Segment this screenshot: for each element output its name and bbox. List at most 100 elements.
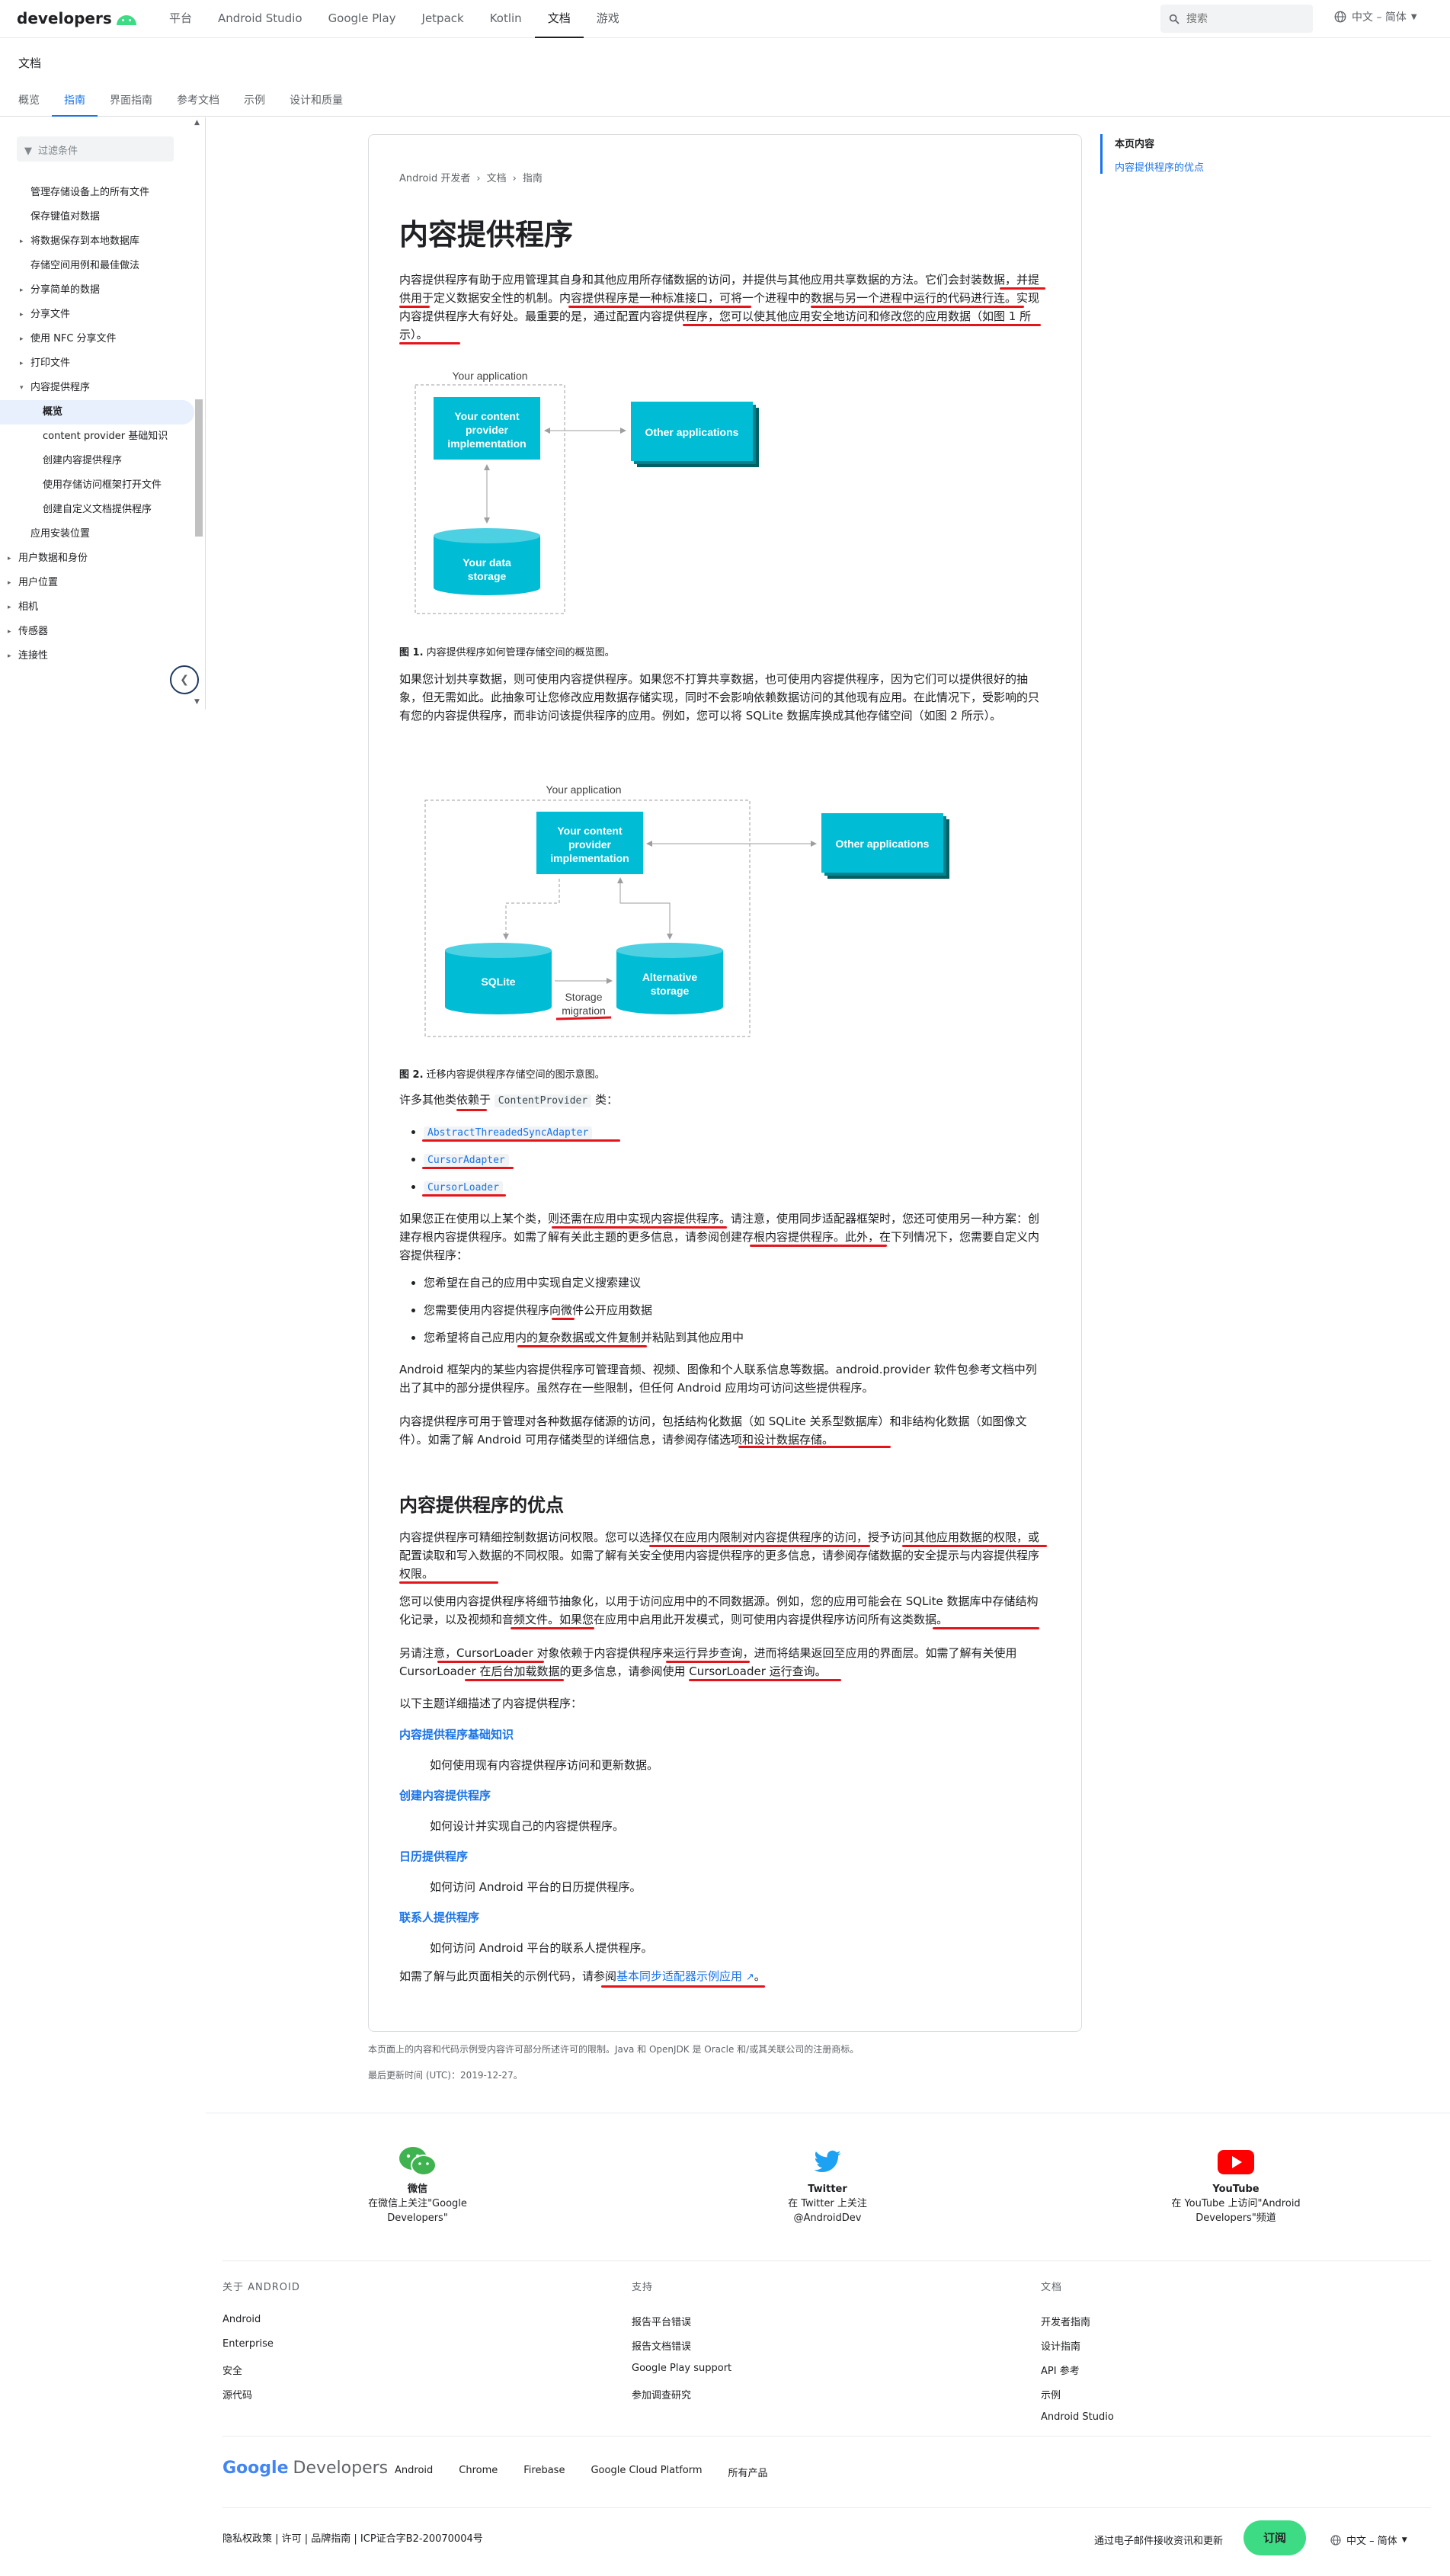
tab-samples[interactable]: 示例 <box>232 88 277 117</box>
sidebar-item[interactable]: 保存键值对数据 <box>0 205 194 229</box>
caret-right-icon[interactable]: ▸ <box>20 351 24 376</box>
annotation-underline <box>649 1545 870 1547</box>
caret-right-icon[interactable]: ▸ <box>8 620 11 644</box>
tab-design-quality[interactable]: 设计和质量 <box>277 88 355 117</box>
sidebar-item[interactable]: 概览 <box>0 400 194 425</box>
sidebar-item[interactable]: ▸ 传感器 <box>0 620 194 644</box>
sidebar-item[interactable]: 创建内容提供程序 <box>0 449 194 473</box>
social-youtube[interactable]: YouTube 在 YouTube 上访问"Android Developers… <box>1144 2145 1327 2225</box>
scrollbar-thumb[interactable] <box>195 399 203 537</box>
sidebar-item[interactable]: 管理存储设备上的所有文件 <box>0 181 194 205</box>
search-input[interactable] <box>1186 12 1293 25</box>
top-nav-item-docs[interactable]: 文档 <box>534 0 584 38</box>
footer-link[interactable]: 安全 <box>222 2363 300 2387</box>
annotation-underline <box>666 1661 750 1663</box>
sidebar-item[interactable]: 应用安装位置 <box>0 522 194 546</box>
toc-title: 本页内容 <box>1115 139 1155 150</box>
footer-link[interactable]: 报告平台错误 <box>632 2314 731 2338</box>
footer-product-link[interactable]: Firebase <box>523 2465 565 2479</box>
scroll-up-icon[interactable]: ▲ <box>194 119 200 127</box>
tab-ui-guide[interactable]: 界面指南 <box>98 88 165 117</box>
search-box[interactable] <box>1160 5 1313 33</box>
sidebar-item[interactable]: ▸ 用户数据和身份 <box>0 546 194 571</box>
top-nav-item[interactable]: Jetpack <box>409 0 477 38</box>
sidebar-item[interactable]: 创建自定义文档提供程序 <box>0 498 194 522</box>
sidebar-item[interactable]: ▸ 将数据保存到本地数据库 <box>0 229 194 254</box>
tab-reference[interactable]: 参考文档 <box>165 88 232 117</box>
social-wechat[interactable]: 微信 在微信上关注"Google Developers" <box>326 2145 509 2225</box>
collapse-sidebar-button[interactable]: ❮ <box>170 665 199 694</box>
top-nav-item[interactable]: Google Play <box>315 0 409 38</box>
top-nav-item[interactable]: 游戏 <box>584 0 632 38</box>
article-card: Android 开发者 › 文档 › 指南 内容提供程序 内容提供程序有助于应用管理其自… <box>368 134 1082 2032</box>
tab-guides[interactable]: 指南 <box>52 88 98 117</box>
annotation-underline <box>399 1581 498 1584</box>
language-selector[interactable]: 中文 – 简体 ▼ <box>1333 9 1417 24</box>
caret-right-icon[interactable]: ▸ <box>20 229 24 254</box>
sidebar-item[interactable]: 使用存储访问框架打开文件 <box>0 473 194 498</box>
sidebar-item[interactable]: content provider 基础知识 <box>0 425 194 449</box>
footer-link[interactable]: Google Play support <box>632 2363 731 2387</box>
footer-link[interactable]: 设计指南 <box>1041 2338 1114 2363</box>
sidebar-item-label: 用户数据和身份 <box>18 553 88 564</box>
caret-right-icon[interactable]: ▸ <box>20 303 24 327</box>
subscribe-button[interactable]: 订阅 <box>1244 2520 1306 2555</box>
footer-product-link[interactable]: 所有产品 <box>728 2465 768 2479</box>
legal-links[interactable]: 隐私权政策 | 许可 | 品牌指南 | ICP证合字B2-20070004号 <box>222 2530 483 2545</box>
sidebar-item[interactable]: ▸ 分享简单的数据 <box>0 278 194 303</box>
footer-language-selector[interactable]: 中文 – 简体 ▼ <box>1330 2533 1407 2547</box>
google-developers-logo[interactable]: Google Developers <box>222 2459 388 2478</box>
footer-link[interactable]: 示例 <box>1041 2387 1114 2411</box>
sidebar-item[interactable]: ▸ 用户位置 <box>0 571 194 595</box>
tab-overview[interactable]: 概览 <box>6 88 52 117</box>
footer-link[interactable]: Android <box>222 2314 300 2338</box>
footer-link[interactable]: Android Studio <box>1041 2411 1114 2436</box>
toc-item[interactable]: 内容提供程序的优点 <box>1115 159 1204 174</box>
sidebar-scrollbar[interactable]: ▲ ▼ <box>193 117 203 710</box>
breadcrumb-link[interactable]: 文档 <box>487 173 507 184</box>
footer-link[interactable]: Enterprise <box>222 2338 300 2363</box>
footer-link[interactable]: 源代码 <box>222 2387 300 2411</box>
footer-product-link[interactable]: Android <box>395 2465 433 2479</box>
reason-list-item: 您需要使用内容提供程序向微件公开应用数据 <box>411 1301 652 1319</box>
scroll-down-icon[interactable]: ▼ <box>194 698 200 706</box>
footer-col-about: 关于 ANDROID Android Enterprise 安全 源代码 <box>222 2279 300 2411</box>
topic-description: 如何访问 Android 平台的联系人提供程序。 <box>430 1941 653 1955</box>
topic-link[interactable]: 日历提供程序 <box>399 1848 468 1864</box>
footer-link[interactable]: 开发者指南 <box>1041 2314 1114 2338</box>
caret-right-icon[interactable]: ▸ <box>8 571 11 595</box>
caret-down-icon[interactable]: ▾ <box>20 376 24 400</box>
caret-right-icon[interactable]: ▸ <box>8 595 11 620</box>
footer-link[interactable]: 报告文档错误 <box>632 2338 731 2363</box>
topic-link[interactable]: 联系人提供程序 <box>399 1909 479 1925</box>
chevron-right-icon: › <box>512 173 517 184</box>
social-twitter[interactable]: Twitter 在 Twitter 上关注 @AndroidDev <box>736 2145 919 2225</box>
footer-link[interactable]: 参加调查研究 <box>632 2387 731 2411</box>
footer-link[interactable]: API 参考 <box>1041 2363 1114 2387</box>
topic-link[interactable]: 创建内容提供程序 <box>399 1787 491 1803</box>
breadcrumb-link[interactable]: 指南 <box>523 173 543 184</box>
caret-right-icon[interactable]: ▸ <box>20 327 24 351</box>
sample-link[interactable]: 基本同步适配器示例应用 <box>616 1969 742 1983</box>
sidebar-item[interactable]: ▸ 连接性 <box>0 644 194 668</box>
sidebar-item[interactable]: 存储空间用例和最佳做法 <box>0 254 194 278</box>
paragraph-5: 内容提供程序可用于管理对各种数据存储源的访问，包括结构化数据（如 SQLite … <box>399 1415 1027 1447</box>
developers-logo[interactable]: developers <box>17 9 136 27</box>
sidebar-item[interactable]: ▸ 打印文件 <box>0 351 194 376</box>
caret-right-icon[interactable]: ▸ <box>20 278 24 303</box>
footer-col-support: 支持 报告平台错误 报告文档错误 Google Play support 参加调… <box>632 2279 731 2411</box>
sidebar-item[interactable]: ▸ 使用 NFC 分享文件 <box>0 327 194 351</box>
caret-right-icon[interactable]: ▸ <box>8 644 11 668</box>
sidebar-filter[interactable]: ▼ 过滤条件 <box>17 136 174 162</box>
top-nav-item[interactable]: Android Studio <box>205 0 315 38</box>
sidebar-item[interactable]: ▸ 分享文件 <box>0 303 194 327</box>
top-nav-item[interactable]: Kotlin <box>477 0 535 38</box>
sidebar-item[interactable]: ▾ 内容提供程序 <box>0 376 194 400</box>
footer-product-link[interactable]: Google Cloud Platform <box>591 2465 702 2479</box>
breadcrumb-link[interactable]: Android 开发者 <box>399 173 470 184</box>
footer-product-link[interactable]: Chrome <box>459 2465 498 2479</box>
top-nav-item[interactable]: 平台 <box>156 0 205 38</box>
sidebar-item[interactable]: ▸ 相机 <box>0 595 194 620</box>
topic-link[interactable]: 内容提供程序基础知识 <box>399 1726 514 1742</box>
caret-right-icon[interactable]: ▸ <box>8 546 11 571</box>
